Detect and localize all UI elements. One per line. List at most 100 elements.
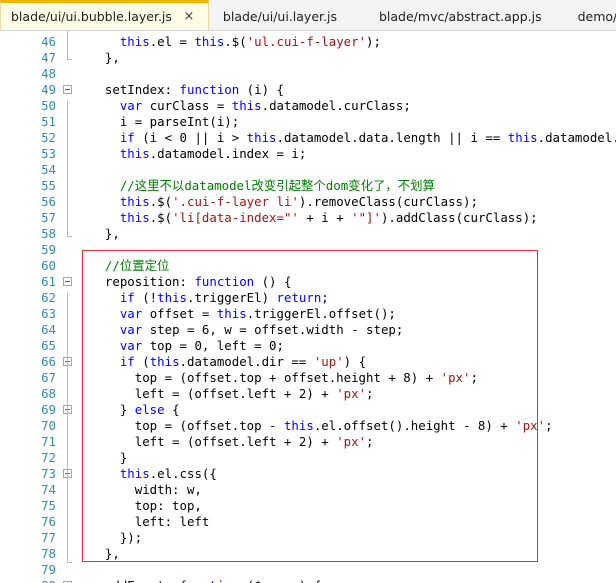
tab-label: demo/main.js [577,8,616,24]
line-number: 55 [41,178,56,193]
code-text: this.$('.cui-f-layer li').removeClass(cu… [90,194,478,210]
keyword-token: function [179,82,240,97]
line-number: 71 [41,434,56,449]
line-number: 70 [41,418,56,433]
code-token: .datamodel.index = i; [149,146,307,161]
code-token: (i) { [239,82,284,97]
line-number: 58 [41,226,56,241]
line-number: 68 [41,386,56,401]
line-number: 64 [41,322,56,337]
code-line[interactable]: 50 var curClass = this.datamodel.curClas… [0,98,616,114]
code-line[interactable]: 53 this.datamodel.index = i; [0,146,616,162]
line-number: 53 [41,146,56,161]
code-text: }, [90,226,120,242]
close-icon[interactable]: × [182,9,196,24]
line-number: 63 [41,306,56,321]
code-token: ($super) { [239,578,322,583]
line-number: 57 [41,210,56,225]
code-token: .$( [149,210,173,225]
code-token: .$( [224,34,247,49]
keyword-token: this [119,34,150,49]
code-line[interactable]: 79 [0,562,616,578]
code-token: i = parseInt(i); [90,114,240,129]
fold-guide-end [67,562,72,563]
line-number: 67 [41,370,56,385]
code-text: addEvent: function ($super) { [90,578,321,583]
collapse-icon[interactable] [63,85,72,94]
line-number: 74 [41,482,56,497]
code-line[interactable]: 55 //这里不以datamodel改变引起整个dom变化了，不划算 [0,178,616,194]
code-token: }, [90,226,120,241]
line-number: 60 [41,258,56,273]
comment-token: //这里不以datamodel改变引起整个dom变化了，不划算 [119,178,435,193]
tab-ui-layer[interactable]: blade/ui/ui.layer.js [213,2,349,30]
code-text: i = parseInt(i); [90,114,239,130]
tab-demo-main[interactable]: demo/main.js [568,2,616,30]
code-token: addEvent: [90,578,180,583]
code-token: .datamodel.data.length || i == [276,130,508,145]
code-text: this.el = this.$('ul.cui-f-layer'); [90,34,381,50]
tab-label: blade/ui/ui.bubble.layer.js [11,9,172,24]
line-number: 49 [41,82,56,97]
code-line[interactable]: 49 setIndex: function (i) { [0,82,616,98]
code-line[interactable]: 52 if (i < 0 || i > this.datamodel.data.… [0,130,616,146]
line-number: 76 [41,514,56,529]
code-token: curClass = [142,98,232,113]
code-editor[interactable]: 46 this.el = this.$('ul.cui-f-layer'); 47… [0,31,616,583]
line-number: 51 [41,114,56,129]
line-number: 62 [41,290,56,305]
keyword-token: this [507,130,538,145]
code-token: .datamodel.curClass; [261,98,411,113]
code-line[interactable]: 58 }, [0,226,616,242]
keyword-token: this [119,210,150,225]
code-token: ).addClass(curClass); [380,210,538,225]
line-number: 54 [41,162,56,177]
keyword-token: this [119,146,150,161]
code-line[interactable]: 56 this.$('.cui-f-layer li').removeClass… [0,194,616,210]
line-number: 79 [41,562,56,577]
tab-ui-bubble-layer[interactable]: blade/ui/ui.bubble.layer.js × [0,0,209,30]
code-token: }, [90,50,120,65]
keyword-token: this [246,130,277,145]
code-token: ).removeClass(curClass); [298,194,478,209]
code-line[interactable]: 46 this.el = this.$('ul.cui-f-layer'); [0,34,616,50]
line-number: 80 [14,578,56,583]
line-number: 65 [41,338,56,353]
line-number: 52 [41,130,56,145]
code-token: .$( [149,194,173,209]
code-text: this.$('li[data-index="' + i + '"]').add… [90,210,538,226]
code-line[interactable]: 54 [0,162,616,178]
fold-guide-end [67,236,72,237]
tab-abstract-app[interactable]: blade/mvc/abstract.app.js [369,2,554,30]
code-token: setIndex: [90,82,180,97]
line-number: 69 [41,402,56,417]
code-text: setIndex: function (i) { [90,82,284,98]
code-line[interactable]: 51 i = parseInt(i); [0,114,616,130]
fold-guide-end [67,59,72,60]
code-text: if (i < 0 || i > this.datamodel.data.len… [90,130,616,146]
fold-guide [67,31,68,60]
code-line[interactable]: 57 this.$('li[data-index="' + i + '"]').… [0,210,616,226]
tab-label: blade/ui/ui.layer.js [222,8,337,24]
code-token: .datamodel.index [537,130,616,145]
code-line[interactable]: 80 addEvent: function ($super) { [0,578,616,583]
keyword-token: this [194,34,225,49]
tab-label: blade/mvc/abstract.app.js [378,8,542,24]
collapse-icon[interactable] [63,277,72,286]
line-number: 56 [41,194,56,209]
code-token: + i + [298,210,352,225]
fold-guide [67,101,68,236]
code-text: this.datamodel.index = i; [90,146,307,162]
code-token: ); [366,34,381,49]
code-line[interactable]: 48 [0,66,616,82]
highlight-annotation-box [82,250,538,562]
editor-tab-bar: blade/ui/ui.bubble.layer.js × blade/ui/u… [0,0,616,31]
line-number: 77 [41,530,56,545]
keyword-token: this [231,98,262,113]
code-token: (i < 0 || i > [134,130,247,145]
code-line[interactable]: 47 }, [0,50,616,66]
